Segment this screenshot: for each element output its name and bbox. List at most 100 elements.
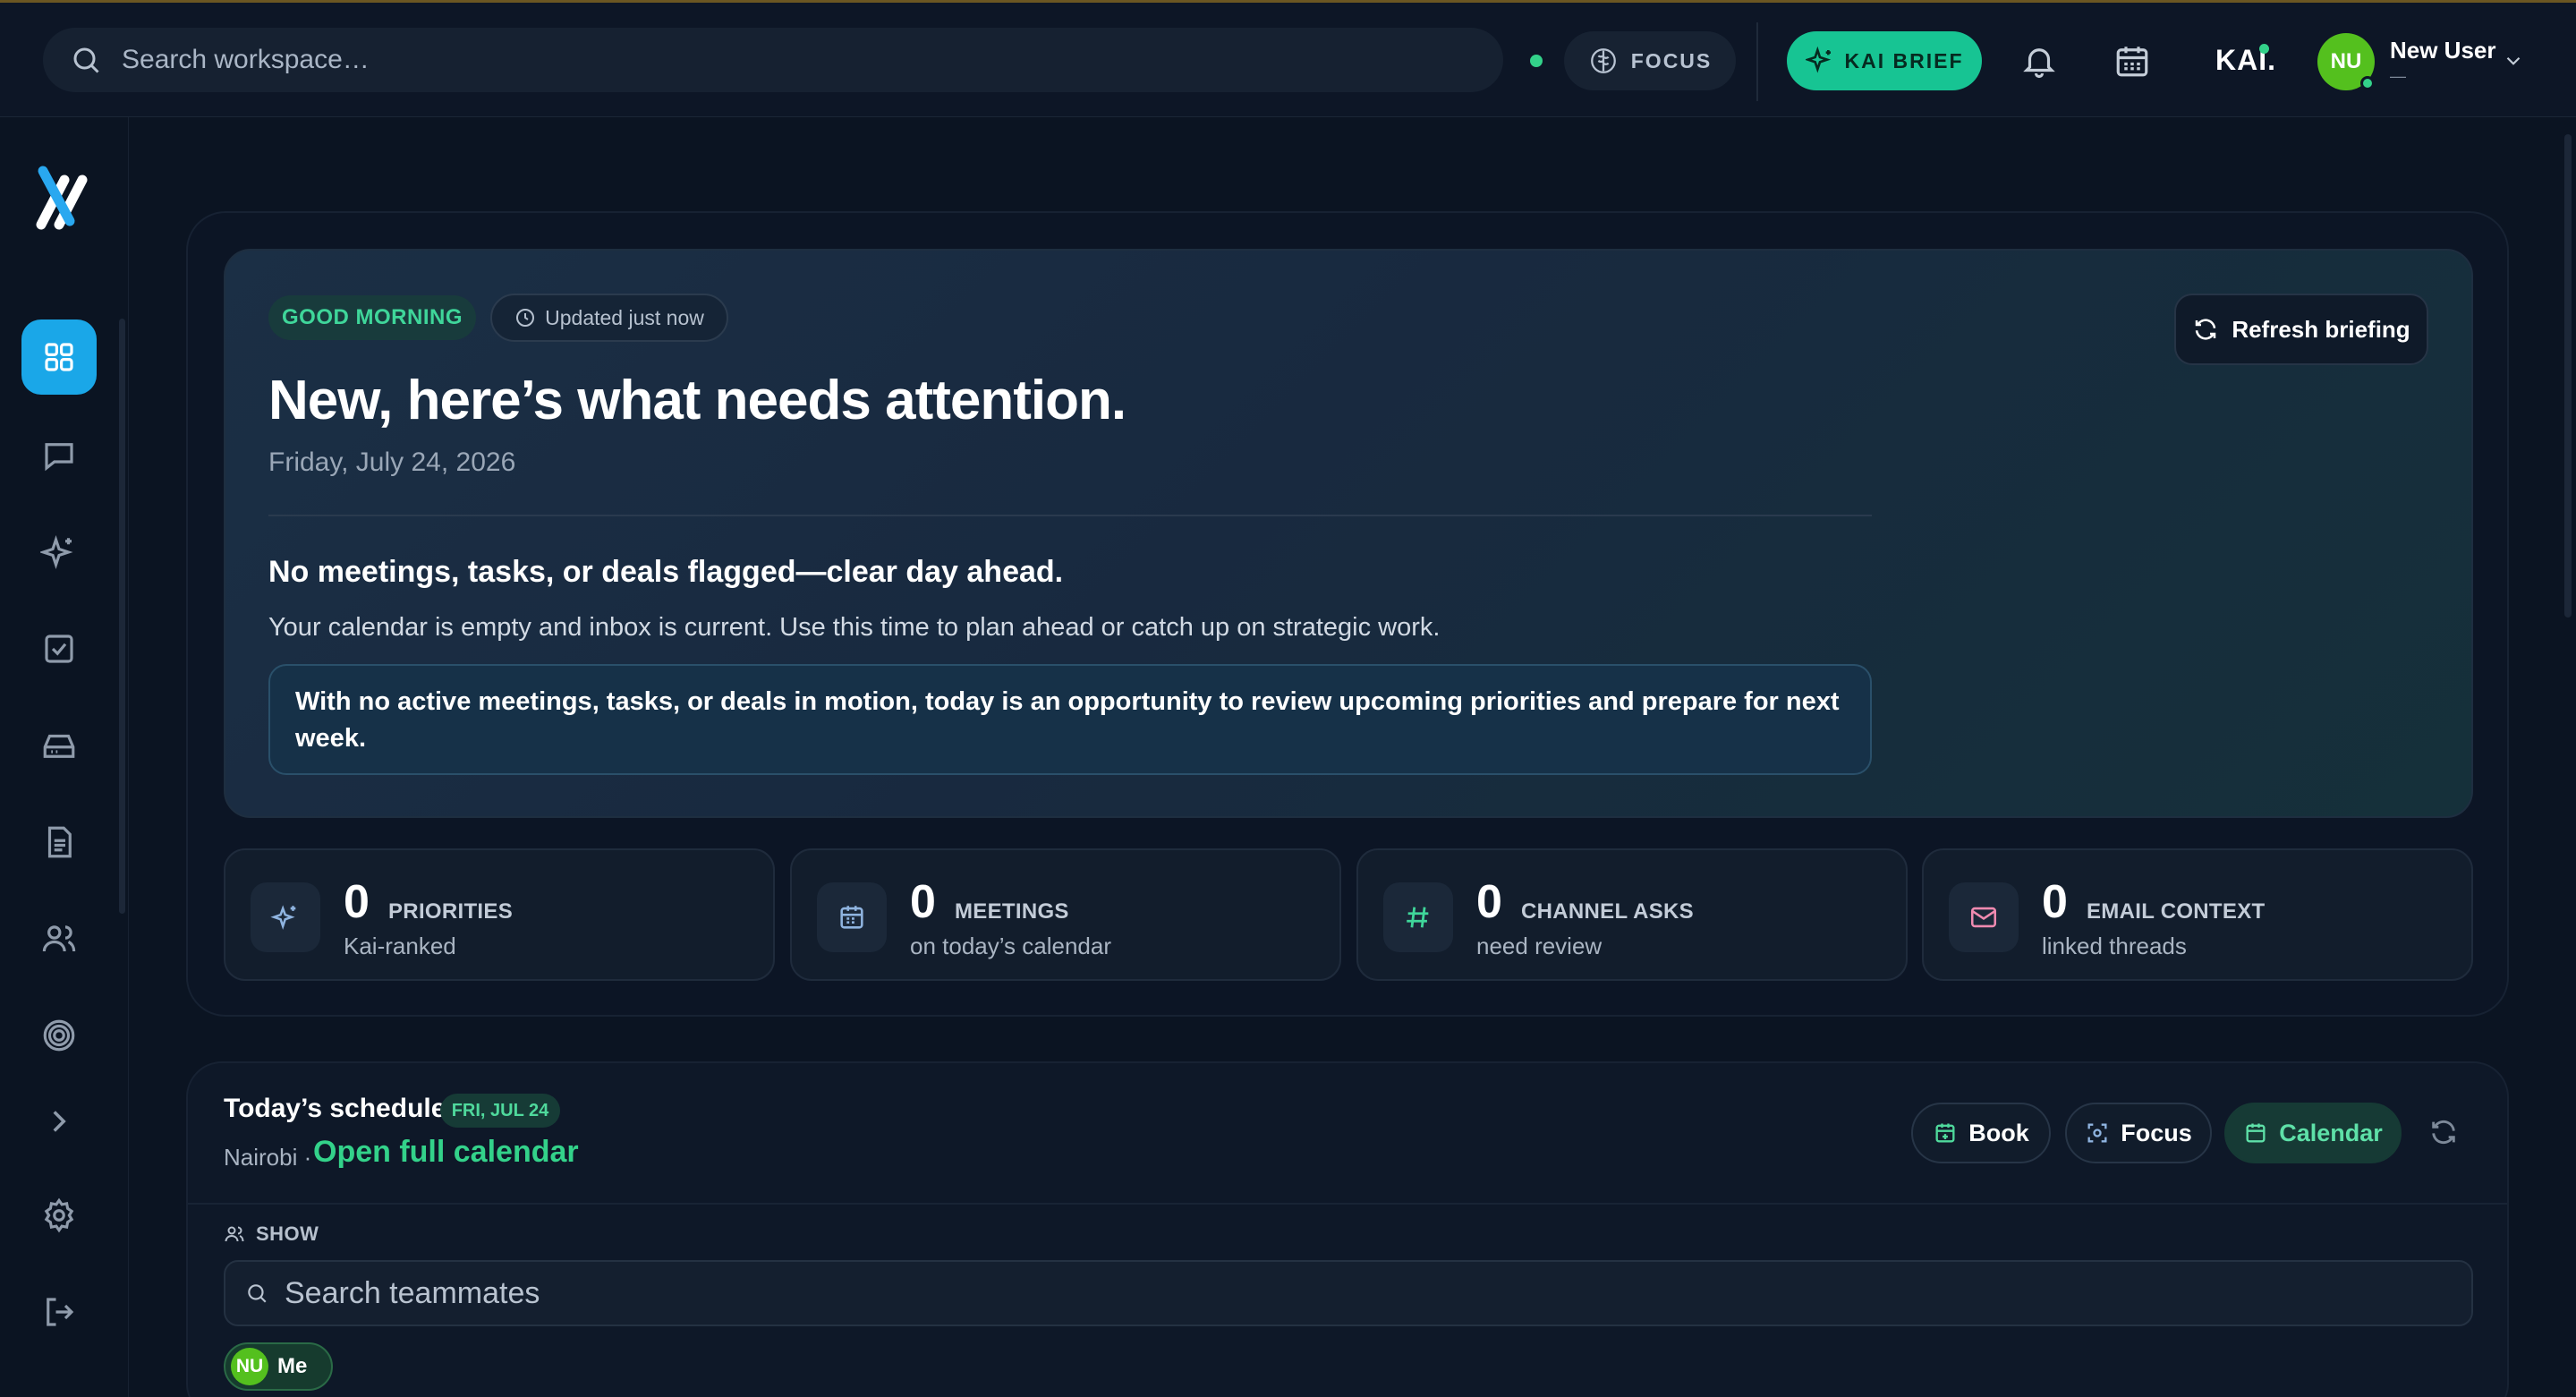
stat-card-email-context[interactable]: 0 EMAIL CONTEXT linked threads xyxy=(1922,848,2473,981)
hash-icon xyxy=(1407,907,1429,928)
users-icon xyxy=(42,925,76,952)
hero-divider xyxy=(268,515,1872,516)
sidebar-item-dashboard[interactable] xyxy=(21,319,97,395)
updated-badge: Updated just now xyxy=(490,294,728,342)
user-initials: NU xyxy=(2330,49,2362,73)
dashboard-icon xyxy=(45,343,73,371)
schedule-divider xyxy=(188,1203,2507,1205)
search-icon xyxy=(73,47,99,73)
sidebar-item-inbox[interactable] xyxy=(21,708,97,783)
users-icon xyxy=(225,1226,244,1242)
stat-subtitle: need review xyxy=(1476,933,1603,959)
app-logo[interactable] xyxy=(32,162,93,230)
sparkle-icon xyxy=(1805,47,1831,73)
briefing-note: With no active meetings, tasks, or deals… xyxy=(268,664,1872,775)
stat-card-channel-asks[interactable]: 0 CHANNEL ASKS need review xyxy=(1356,848,1908,981)
schedule-focus-button[interactable]: Focus xyxy=(2065,1103,2212,1163)
mail-icon xyxy=(1970,907,1997,928)
sparkle-icon xyxy=(40,535,73,569)
focus-label: FOCUS xyxy=(1630,48,1713,72)
stat-icon-box xyxy=(1949,882,2019,952)
stat-value: 0 xyxy=(2042,876,2068,928)
calendar-icon xyxy=(2246,1123,2266,1143)
open-full-calendar-link[interactable]: Open full calendar xyxy=(313,1135,579,1170)
sidebar-scrollbar[interactable] xyxy=(119,319,125,914)
avatar: NU xyxy=(231,1348,268,1385)
user-name[interactable]: New User xyxy=(2390,37,2496,64)
stat-card-priorities[interactable]: 0 PRIORITIES Kai-ranked xyxy=(224,848,775,981)
stat-icon-box xyxy=(817,882,887,952)
tasks-icon xyxy=(45,635,73,663)
clock-icon xyxy=(516,309,535,327)
sidebar-item-documents[interactable] xyxy=(21,805,97,880)
sidebar-item-settings[interactable] xyxy=(21,1178,97,1253)
topbar-divider xyxy=(1756,22,1758,101)
stat-card-meetings[interactable]: 0 MEETINGS on today’s calendar xyxy=(790,848,1341,981)
brain-icon xyxy=(1590,48,1616,73)
bell-icon[interactable] xyxy=(2020,42,2058,80)
book-label: Book xyxy=(1968,1119,2029,1146)
logout-icon xyxy=(47,1298,74,1326)
top-bar: Search workspace… FOCUS KAI BRIEF KAI. N… xyxy=(0,3,2576,117)
chevron-right-icon xyxy=(53,1111,66,1132)
inbox-icon xyxy=(43,734,75,758)
updated-label: Updated just now xyxy=(545,305,704,329)
search-placeholder: Search workspace… xyxy=(122,45,370,74)
sidebar-item-tasks[interactable] xyxy=(21,611,97,686)
calendar-icon[interactable] xyxy=(2113,42,2151,80)
calendar-plus-icon xyxy=(1935,1123,1955,1143)
sidebar xyxy=(0,117,129,1397)
calendar-button[interactable]: Calendar xyxy=(2224,1103,2402,1163)
calendar-label: Calendar xyxy=(2279,1119,2383,1146)
chat-icon xyxy=(45,443,73,472)
stat-label: MEETINGS xyxy=(955,899,1069,924)
briefing-summary: No meetings, tasks, or deals flagged—cle… xyxy=(268,555,1064,589)
refresh-icon[interactable] xyxy=(2428,1117,2459,1147)
user-subtitle: — xyxy=(2390,67,2406,85)
stat-label: PRIORITIES xyxy=(388,899,514,924)
briefing-date: Friday, July 24, 2026 xyxy=(268,447,516,477)
schedule-location: Nairobi · xyxy=(224,1144,312,1171)
refresh-briefing-button[interactable]: Refresh briefing xyxy=(2174,294,2428,365)
chevron-down-icon[interactable] xyxy=(2502,49,2525,72)
kai-status-dot xyxy=(2259,44,2269,54)
stat-value: 0 xyxy=(910,876,936,928)
workspace-search[interactable]: Search workspace… xyxy=(43,28,1503,92)
greeting-badge: GOOD MORNING xyxy=(268,295,476,340)
stat-subtitle: Kai-ranked xyxy=(344,933,456,959)
sidebar-item-people[interactable] xyxy=(21,901,97,976)
teammate-chip-me[interactable]: NU Me xyxy=(224,1342,333,1391)
target-icon xyxy=(43,1019,75,1052)
online-indicator xyxy=(2360,76,2375,90)
focus-icon xyxy=(2087,1123,2107,1143)
stat-subtitle: on today’s calendar xyxy=(910,933,1112,959)
stat-value: 0 xyxy=(1476,876,1502,928)
stat-subtitle: linked threads xyxy=(2042,933,2187,959)
stat-icon-box xyxy=(1383,882,1453,952)
schedule-date-badge: FRI, JUL 24 xyxy=(440,1094,560,1128)
teammate-search-input[interactable]: Search teammates xyxy=(224,1260,2473,1326)
schedule-title: Today’s schedule xyxy=(224,1094,446,1123)
status-dot xyxy=(1530,55,1543,67)
sidebar-item-logout[interactable] xyxy=(21,1274,97,1350)
book-button[interactable]: Book xyxy=(1911,1103,2051,1163)
teammate-chip-label: Me xyxy=(277,1354,308,1378)
sidebar-item-goals[interactable] xyxy=(21,998,97,1073)
refresh-briefing-label: Refresh briefing xyxy=(2232,315,2410,343)
kai-brief-button[interactable]: KAI BRIEF xyxy=(1787,31,1982,90)
search-icon xyxy=(248,1284,267,1303)
focus-button[interactable]: FOCUS xyxy=(1564,31,1736,90)
teammate-search-placeholder: Search teammates xyxy=(285,1275,540,1310)
user-avatar[interactable]: NU xyxy=(2317,33,2375,90)
kai-brief-label: KAI BRIEF xyxy=(1844,48,1964,72)
sidebar-item-messages[interactable] xyxy=(21,418,97,493)
settings-icon xyxy=(44,1197,74,1233)
stat-label: EMAIL CONTEXT xyxy=(2087,899,2266,924)
sidebar-item-ai[interactable] xyxy=(21,515,97,590)
stat-value: 0 xyxy=(344,876,370,928)
main-scrollbar[interactable] xyxy=(2564,134,2572,618)
stat-icon-box xyxy=(251,882,320,952)
sidebar-expand[interactable] xyxy=(21,1084,97,1159)
calendar-icon xyxy=(840,906,863,929)
show-label-text: SHOW xyxy=(256,1222,319,1245)
